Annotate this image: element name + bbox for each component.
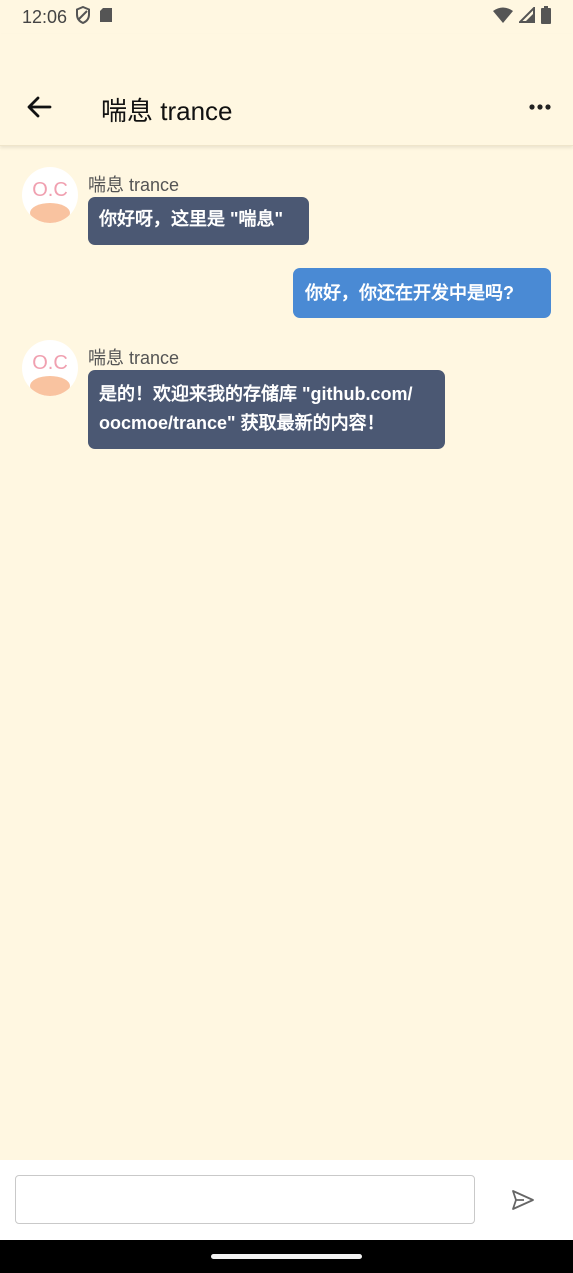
more-horizontal-icon	[529, 104, 551, 110]
app-bar: 喘息 trance	[0, 34, 573, 146]
back-button[interactable]	[22, 90, 56, 124]
status-right	[493, 5, 551, 29]
message-text: 你好呀，这里是 "喘息"	[99, 209, 284, 229]
message-bubble-user[interactable]: 你好，你还在开发中是吗?	[293, 268, 551, 318]
shield-icon	[75, 5, 91, 29]
wifi-icon	[493, 7, 513, 28]
arrow-left-icon	[27, 96, 52, 118]
system-nav-bar	[0, 1240, 573, 1273]
message-text-line: oocmoe/trance" 获取最新的内容！	[99, 413, 385, 433]
message-list[interactable]: O.C 喘息 trance 你好呀，这里是 "喘息" 你好，你还在开发中是吗? …	[0, 146, 573, 1160]
message-bot: O.C 喘息 trance 你好呀，这里是 "喘息"	[22, 167, 342, 247]
chat-title: 喘息 trance	[101, 96, 233, 126]
avatar-text: O.C	[32, 352, 68, 374]
send-button[interactable]	[505, 1182, 541, 1218]
signal-icon	[517, 5, 535, 28]
message-input[interactable]	[15, 1175, 475, 1224]
battery-icon	[541, 5, 551, 29]
status-bar: 12:06	[0, 0, 573, 34]
avatar-text: O.C	[32, 179, 68, 201]
message-text-line: 是的！欢迎来我的存储库 "github.com/	[99, 384, 413, 404]
message-bubble[interactable]: 你好呀，这里是 "喘息"	[88, 197, 309, 245]
avatar[interactable]: O.C	[22, 340, 78, 396]
sender-name: 喘息 trance	[88, 175, 180, 195]
message-bot: O.C 喘息 trance 是的！欢迎来我的存储库 "github.com/ o…	[22, 340, 452, 452]
status-left: 12:06	[22, 5, 113, 29]
message-bubble[interactable]: 是的！欢迎来我的存储库 "github.com/ oocmoe/trance" …	[88, 370, 445, 449]
sender-name: 喘息 trance	[88, 348, 180, 368]
input-area	[0, 1160, 573, 1240]
status-time: 12:06	[22, 6, 68, 27]
send-icon	[512, 1190, 534, 1210]
sd-card-icon	[99, 7, 113, 28]
message-text: 你好，你还在开发中是吗?	[305, 283, 514, 303]
avatar[interactable]: O.C	[22, 167, 78, 223]
more-options-button[interactable]	[525, 92, 555, 122]
home-handle[interactable]	[211, 1254, 362, 1259]
